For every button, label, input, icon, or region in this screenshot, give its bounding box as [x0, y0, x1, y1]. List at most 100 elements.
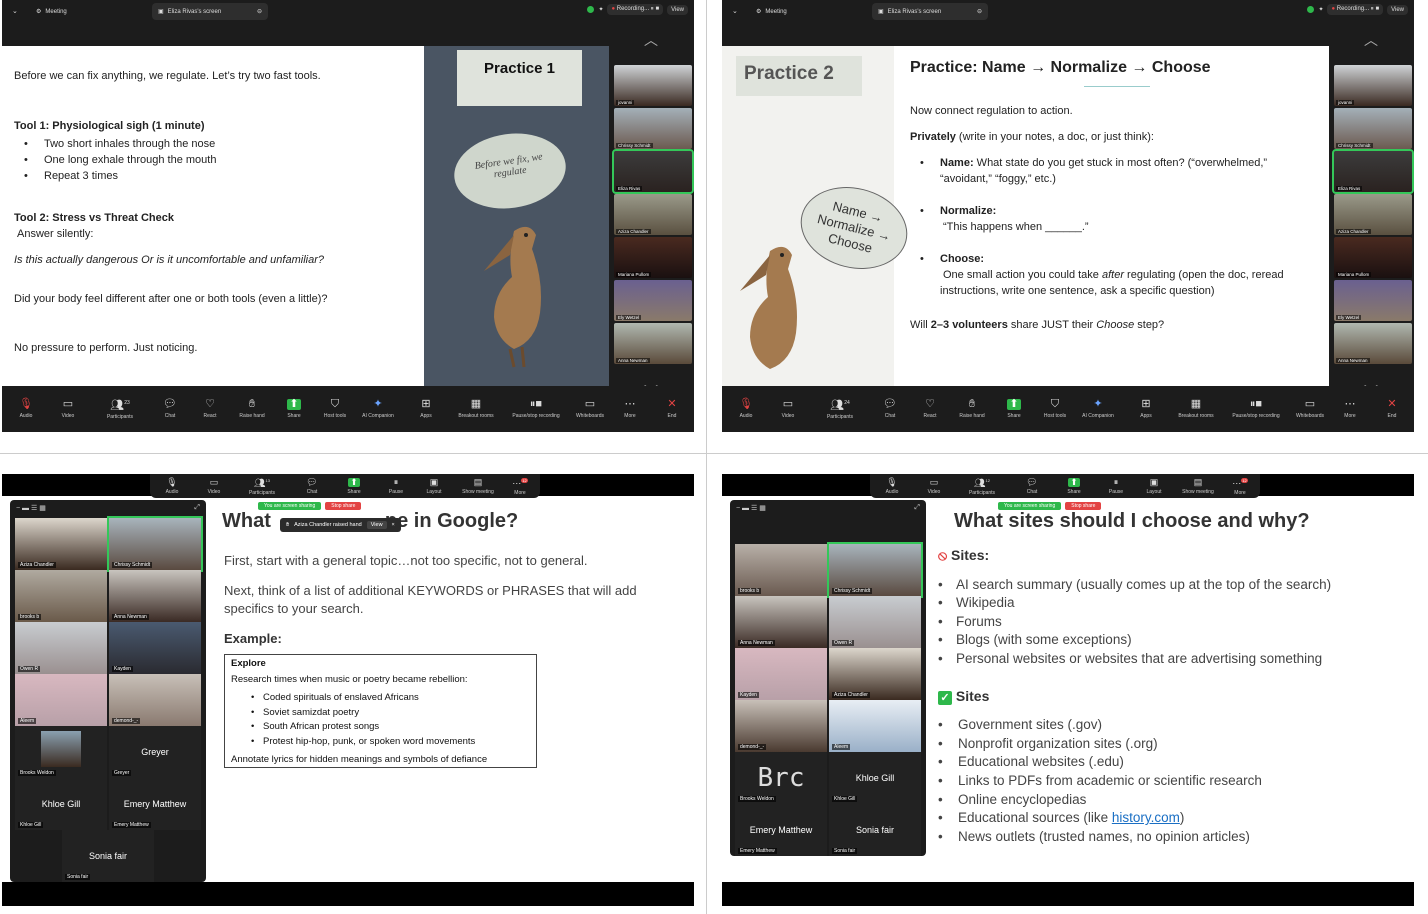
participants-button[interactable]: 👥︎23 Participants: [98, 386, 142, 432]
stop-share-button[interactable]: Stop share: [325, 502, 362, 510]
apps-button[interactable]: ⊞ Apps: [1124, 386, 1168, 432]
participant-tile[interactable]: jovanni: [614, 65, 692, 106]
chat-button[interactable]: 💬︎ Chat: [292, 474, 332, 498]
video-button[interactable]: ▭ Video: [766, 386, 810, 432]
show-meeting-button[interactable]: ▤ Show meeting: [456, 474, 500, 498]
participant-tile[interactable]: Kayden: [735, 648, 827, 700]
participant-tile[interactable]: Brc Brooks Weldon: [735, 752, 827, 804]
participant-tile[interactable]: Anna Newman: [1334, 323, 1412, 364]
history-link[interactable]: history.com: [1112, 810, 1180, 825]
end-button[interactable]: ✕ End: [1370, 386, 1414, 432]
close-icon[interactable]: ×: [392, 522, 395, 528]
participant-tile[interactable]: Aleem: [829, 700, 921, 752]
participants-button[interactable]: 👥︎13 Participants: [242, 474, 282, 498]
video-button[interactable]: ▭ Video: [46, 386, 90, 432]
chat-button[interactable]: 💬︎ Chat: [148, 386, 192, 432]
chevron-down-icon[interactable]: ⌄: [732, 7, 738, 15]
audio-button[interactable]: 🎙︎ Audio: [152, 474, 192, 498]
react-button[interactable]: ♡ React: [188, 386, 232, 432]
raise-hand-button[interactable]: ✋︎ Raise hand: [230, 386, 274, 432]
chevron-down-icon[interactable]: ⌄: [12, 7, 18, 15]
raise-hand-button[interactable]: ✋︎ Raise hand: [950, 386, 994, 432]
pause-recording-button[interactable]: ⏸■ Pause/stop recording: [1230, 386, 1282, 432]
participant-tile[interactable]: Greyer Greyer: [109, 726, 201, 778]
chat-button[interactable]: 💬︎ Chat: [1012, 474, 1052, 498]
window-controls-icon[interactable]: − ▬ ☰ ▦: [16, 504, 46, 512]
share-button[interactable]: ⬆ Share: [272, 386, 316, 432]
apps-button[interactable]: ⊞ Apps: [404, 386, 448, 432]
participant-tile[interactable]: Aziza Chandler: [1334, 194, 1412, 235]
participant-tile[interactable]: Emery Matthew Emery Matthew: [109, 778, 201, 830]
participant-tile[interactable]: jovanni: [1334, 65, 1412, 106]
participant-tile[interactable]: brooks b: [15, 570, 107, 622]
participant-tile[interactable]: Khloe Gill Khloe Gill: [829, 752, 921, 804]
participant-tile[interactable]: brooks b: [735, 544, 827, 596]
breakout-rooms-button[interactable]: ▦ Breakout rooms: [1174, 386, 1218, 432]
more-button[interactable]: ⋯12 More: [500, 474, 540, 498]
chat-button[interactable]: 💬︎ Chat: [868, 386, 912, 432]
view-button[interactable]: View: [366, 521, 387, 529]
participant-tile[interactable]: demond-_-: [109, 674, 201, 726]
window-controls-icon[interactable]: − ▬ ☰ ▦: [736, 504, 766, 512]
chevron-up-icon[interactable]: ︿: [644, 30, 658, 50]
participant-tile[interactable]: Emery Matthew Emery Matthew: [735, 804, 827, 856]
whiteboards-button[interactable]: ▭ Whiteboards: [568, 386, 612, 432]
participants-button[interactable]: 👥︎24 Participants: [818, 386, 862, 432]
participant-tile-active[interactable]: Chrissy Schmidt: [107, 516, 203, 572]
participant-tile[interactable]: Aziza Chandler: [829, 648, 921, 700]
audio-button[interactable]: 🎙︎ Audio: [872, 474, 912, 498]
participant-tile[interactable]: Anna Newman: [735, 596, 827, 648]
share-button[interactable]: ⬆ Share: [1054, 474, 1094, 498]
more-button[interactable]: ⋯ More: [608, 386, 652, 432]
react-button[interactable]: ♡ React: [908, 386, 952, 432]
share-button[interactable]: ⬆ Share: [992, 386, 1036, 432]
pause-recording-button[interactable]: ⏸■ Pause/stop recording: [510, 386, 562, 432]
breakout-rooms-button[interactable]: ▦ Breakout rooms: [454, 386, 498, 432]
more-icon[interactable]: ⊖: [257, 8, 262, 15]
expand-icon[interactable]: ⤢: [914, 504, 920, 512]
participant-tile[interactable]: Chrissy Schmidt: [1334, 108, 1412, 149]
view-button[interactable]: View: [667, 4, 688, 15]
participant-tile[interactable]: Anna Newman: [109, 570, 201, 622]
participant-tile-active[interactable]: Chrissy Schmidt: [827, 542, 923, 598]
stop-share-button[interactable]: Stop share: [1065, 502, 1102, 510]
participant-tile[interactable]: Chrissy Schmidt: [614, 108, 692, 149]
end-button[interactable]: ✕ End: [650, 386, 694, 432]
layout-button[interactable]: ▣ Layout: [1134, 474, 1174, 498]
participant-tile[interactable]: Aziza Chandler: [15, 518, 107, 570]
participant-tile[interactable]: Sonia fair Sonia fair: [62, 830, 154, 882]
show-meeting-button[interactable]: ▤ Show meeting: [1176, 474, 1220, 498]
expand-icon[interactable]: ⤢: [194, 504, 200, 512]
tab-screen[interactable]: ▣ Eliza Rivas's screen ⊖: [152, 3, 268, 20]
host-tools-button[interactable]: ⛉ Host tools: [313, 386, 357, 432]
recording-indicator[interactable]: ● Recording... ⏸ ■: [1327, 4, 1384, 15]
participant-tile[interactable]: Owen R: [829, 596, 921, 648]
audio-button[interactable]: 🎙︎ Audio: [4, 386, 48, 432]
host-tools-button[interactable]: ⛉ Host tools: [1033, 386, 1077, 432]
tab-meeting[interactable]: ⚙ Meeting: [30, 3, 73, 20]
chevron-up-icon[interactable]: ︿: [1364, 30, 1378, 50]
layout-button[interactable]: ▣ Layout: [414, 474, 454, 498]
ai-companion-button[interactable]: ✦ AI Companion: [1076, 386, 1120, 432]
tab-meeting[interactable]: ⚙ Meeting: [750, 3, 793, 20]
participant-tile[interactable]: Sonia fair Sonia fair: [829, 804, 921, 856]
ai-companion-button[interactable]: ✦ AI Companion: [356, 386, 400, 432]
participant-tile[interactable]: Anna Newman: [614, 323, 692, 364]
video-button[interactable]: ▭ Video: [194, 474, 234, 498]
more-icon[interactable]: ⊖: [977, 8, 982, 15]
participant-tile[interactable]: Aziza Chandler: [614, 194, 692, 235]
participant-tile[interactable]: Ely Wetzel: [1334, 280, 1412, 321]
participant-tile-active[interactable]: Eliza Rivas: [612, 149, 694, 194]
audio-button[interactable]: 🎙︎ Audio: [724, 386, 768, 432]
video-button[interactable]: ▭ Video: [914, 474, 954, 498]
participant-tile[interactable]: Mariana Pullom: [1334, 237, 1412, 278]
participant-tile-active[interactable]: Eliza Rivas: [1332, 149, 1414, 194]
participant-tile[interactable]: Owen R: [15, 622, 107, 674]
pause-button[interactable]: ⏸ Pause: [1096, 474, 1136, 498]
tab-screen[interactable]: ▣ Eliza Rivas's screen ⊖: [872, 3, 988, 20]
participant-tile[interactable]: Aleem: [15, 674, 107, 726]
whiteboards-button[interactable]: ▭ Whiteboards: [1288, 386, 1332, 432]
view-button[interactable]: View: [1387, 4, 1408, 15]
more-button[interactable]: ⋯ More: [1328, 386, 1372, 432]
pause-button[interactable]: ⏸ Pause: [376, 474, 416, 498]
